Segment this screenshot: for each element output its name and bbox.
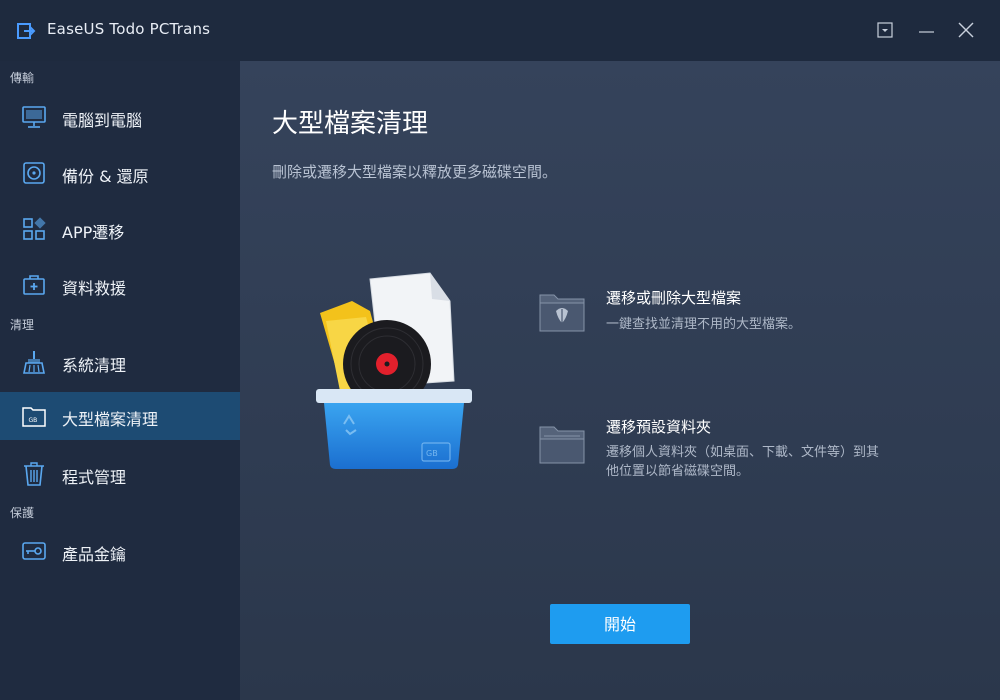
- sidebar-item-label: 系統清理: [62, 356, 127, 375]
- feature-desc-migrate-delete: 一鍵查找並清理不用的大型檔案。: [606, 317, 802, 332]
- sidebar-item-data-recovery[interactable]: 資料救援: [0, 261, 240, 309]
- feature-title-migrate-delete: 遷移或刪除大型檔案: [606, 289, 742, 307]
- broom-icon: [23, 351, 45, 374]
- minimize-button[interactable]: [914, 18, 938, 42]
- key-icon: [22, 542, 46, 560]
- first-aid-kit-icon: [23, 275, 45, 295]
- sidebar-item-large-file-cleanup[interactable]: GB 大型檔案清理: [0, 392, 240, 440]
- svg-text:GB: GB: [29, 417, 38, 424]
- main-panel: 大型檔案清理 刪除或遷移大型檔案以釋放更多磁碟空間。 GB 遷移或刪除大型檔案 …: [240, 61, 1000, 700]
- monitor-icon: [22, 106, 46, 128]
- page-title: 大型檔案清理: [272, 109, 429, 139]
- section-label-cleanup: 清理: [10, 318, 35, 332]
- menu-dropdown-button[interactable]: [873, 18, 897, 42]
- sidebar-item-product-key[interactable]: 產品金鑰: [0, 527, 240, 575]
- feature-desc-line-1: 遷移個人資料夾（如桌面、下載、文件等）到其: [606, 445, 880, 460]
- sidebar-item-app-migration[interactable]: APP遷移: [0, 205, 240, 253]
- close-button[interactable]: [954, 18, 978, 42]
- sidebar-item-label: APP遷移: [62, 223, 125, 242]
- large-file-bin-illustration: GB: [316, 272, 472, 469]
- sidebar-item-label: 資料救援: [62, 279, 127, 298]
- apps-grid-icon: [23, 217, 46, 240]
- sidebar-item-label: 電腦到電腦: [62, 111, 143, 130]
- section-label-protect: 保護: [10, 506, 35, 520]
- sidebar-item-label: 備份 & 還原: [62, 167, 149, 186]
- start-button[interactable]: 開始: [550, 604, 690, 644]
- folder-leaf-icon: [539, 294, 585, 332]
- trash-bin-icon: [24, 462, 44, 486]
- page-subtitle: 刪除或遷移大型檔案以釋放更多磁碟空間。: [272, 163, 558, 181]
- sidebar-item-label: 大型檔案清理: [62, 410, 159, 429]
- folder-icon: [539, 426, 585, 464]
- title-bar: EaseUS Todo PCTrans: [0, 0, 1000, 62]
- close-icon: [958, 22, 974, 38]
- app-logo-icon: [17, 23, 36, 39]
- sidebar-item-backup-restore[interactable]: 備份 & 還原: [0, 149, 240, 197]
- sidebar-item-label: 產品金鑰: [62, 545, 127, 564]
- sidebar-item-pc-to-pc[interactable]: 電腦到電腦: [0, 93, 240, 141]
- large-file-folder-icon: GB: [22, 407, 46, 427]
- sidebar-item-program-management[interactable]: 程式管理: [0, 450, 240, 498]
- dropdown-icon: [877, 22, 893, 38]
- svg-text:GB: GB: [426, 449, 438, 458]
- minimize-icon: [919, 31, 934, 33]
- app-title: EaseUS Todo PCTrans: [47, 20, 211, 38]
- feature-desc-migrate-default-folder: 遷移個人資料夾（如桌面、下載、文件等）到其 他位置以節省磁碟空間。: [606, 443, 906, 481]
- backup-disk-icon: [23, 162, 45, 184]
- feature-title-migrate-default-folder: 遷移預設資料夾: [606, 418, 712, 436]
- sidebar-item-system-cleanup[interactable]: 系統清理: [0, 338, 240, 386]
- sidebar: 傳輸 電腦到電腦 備份 & 還原 APP遷移 資料救援 清理 系統清理 GB 大…: [0, 61, 240, 700]
- feature-desc-line-2: 他位置以節省磁碟空間。: [606, 464, 750, 479]
- section-label-transfer: 傳輸: [10, 71, 35, 85]
- sidebar-item-label: 程式管理: [62, 468, 127, 487]
